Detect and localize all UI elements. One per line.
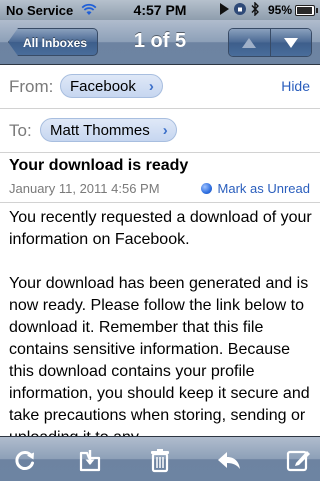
body-paragraph: You recently requested a download of you…: [9, 209, 312, 248]
bottom-toolbar: [0, 436, 320, 481]
message-header: Your download is ready January 11, 2011 …: [0, 152, 320, 203]
message-navigation-control: [228, 28, 312, 57]
message-date: January 11, 2011 4:56 PM: [9, 181, 160, 196]
rotation-lock-icon: [234, 3, 246, 15]
recipient-name: Matt Thommes: [50, 122, 150, 139]
from-row: From: Facebook › Hide: [0, 65, 320, 109]
mark-as-unread-button[interactable]: Mark as Unread: [200, 181, 310, 196]
next-message-button[interactable]: [269, 29, 311, 56]
from-label: From:: [9, 77, 54, 96]
battery-percent: 95%: [267, 3, 292, 17]
nav-bar: All Inboxes 1 of 5: [0, 20, 320, 65]
message-position-title: 1 of 5: [133, 30, 187, 52]
body-paragraph: Your download has been generated and is …: [9, 275, 310, 437]
trash-icon[interactable]: [147, 447, 173, 473]
battery-icon: [295, 5, 318, 16]
bluetooth-icon: [251, 2, 259, 16]
hide-details-link[interactable]: Hide: [281, 78, 310, 94]
play-icon: [220, 3, 229, 15]
reply-icon[interactable]: [216, 447, 242, 473]
to-label: To:: [9, 121, 32, 140]
recipient-chip[interactable]: Matt Thommes ›: [40, 118, 177, 142]
up-arrow-icon: [242, 37, 257, 48]
move-icon[interactable]: [77, 447, 103, 473]
previous-message-button[interactable]: [229, 29, 270, 56]
chevron-right-icon: ›: [148, 78, 154, 95]
refresh-icon[interactable]: [12, 447, 38, 473]
compose-icon[interactable]: [285, 447, 311, 473]
mark-as-unread-label: Mark as Unread: [217, 181, 310, 196]
down-arrow-icon: [283, 37, 298, 48]
chevron-right-icon: ›: [162, 122, 168, 139]
all-inboxes-back-button[interactable]: All Inboxes: [8, 28, 99, 56]
unread-dot-icon: [200, 183, 212, 194]
status-bar: No Service 4:57 PM 95%: [0, 0, 320, 20]
message-body: You recently requested a download of you…: [9, 207, 314, 437]
sender-chip[interactable]: Facebook ›: [60, 74, 163, 98]
to-row: To: Matt Thommes ›: [0, 109, 320, 153]
sender-name: Facebook: [70, 78, 136, 95]
message-subject: Your download is ready: [9, 157, 189, 174]
